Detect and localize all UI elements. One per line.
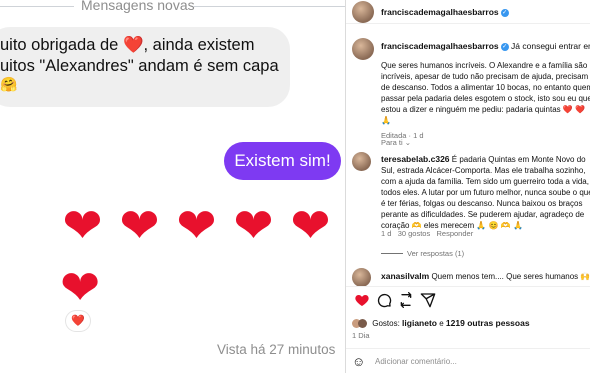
heart-emoji-single[interactable]: ❤	[60, 259, 100, 319]
liker-username[interactable]: ligianeto	[402, 318, 437, 328]
verified-badge-icon: ✓	[500, 42, 509, 51]
comment-emojis: 🙌 ❤️	[580, 272, 590, 281]
incoming-message-text: uito obrigada de ❤️, ainda existem uitos…	[0, 36, 279, 75]
post-panel: franciscademagalhaesbarros ✓ franciscadem…	[346, 0, 590, 373]
outgoing-message-bubble[interactable]: Existem sim!	[224, 142, 341, 180]
caption-username[interactable]: franciscademagalhaesbarros	[381, 41, 499, 51]
view-replies-button[interactable]: Ver respostas (1)	[381, 249, 464, 258]
caption-lead-text: Já consegui entrar em contacto	[511, 41, 590, 51]
caption-avatar[interactable]	[352, 38, 374, 60]
heart-emoji: ❤	[176, 200, 221, 253]
caption-text: Que seres humanos incríveis. O Alexandre…	[381, 60, 590, 141]
author-avatar[interactable]	[352, 1, 374, 23]
seen-status: Vista há 27 minutos	[217, 342, 336, 357]
comment-avatar[interactable]	[352, 152, 371, 171]
new-messages-divider: Mensagens novas	[0, 0, 345, 14]
heart-emoji-inline: ❤️	[122, 36, 144, 54]
share-icon[interactable]	[420, 292, 436, 308]
post-actions	[354, 292, 584, 312]
heart-reaction-badge[interactable]: ❤️	[66, 311, 90, 331]
comment-box-divider	[346, 348, 590, 349]
replies-line	[381, 253, 403, 254]
comment-username[interactable]: teresabelab.c326	[381, 154, 450, 164]
for-you-label[interactable]: Para ti ⌄	[381, 138, 411, 147]
add-comment-input[interactable]: Adicionar comentário...	[375, 357, 457, 366]
comment-emojis: 🙏 😊 🫶 🙏	[476, 221, 523, 230]
likes-summary: Gostos: ligianeto e 1219 outras pessoas	[352, 318, 530, 329]
comment-text: Quem menos tem.... Que seres humanos	[431, 272, 579, 281]
heart-emoji: ❤	[233, 200, 278, 253]
post-header: franciscademagalhaesbarros ✓	[346, 0, 590, 24]
comment-icon[interactable]	[376, 292, 392, 308]
author-username[interactable]: franciscademagalhaesbarros	[381, 7, 499, 17]
new-messages-label: Mensagens novas	[81, 0, 195, 13]
comment-meta: 1 d 30 gostos Responder	[381, 229, 474, 238]
emoji-picker-icon[interactable]: ☺	[352, 355, 365, 369]
heart-emoji: ❤	[119, 200, 164, 253]
comment-text: É padaria Quintas em Monte Novo do Sul, …	[381, 155, 590, 230]
like-heart-icon[interactable]	[354, 292, 370, 308]
comment-2: xanasilvalm Quem menos tem.... Que seres…	[381, 271, 590, 281]
chevron-down-icon: ⌄	[404, 138, 412, 147]
actions-divider	[346, 286, 590, 287]
reply-button[interactable]: Responder	[437, 229, 474, 238]
likes-count[interactable]: 1219 outras pessoas	[446, 318, 530, 328]
divider-line-left	[0, 6, 74, 7]
hearts-message[interactable]: ❤ ❤ ❤ ❤ ❤	[56, 197, 345, 257]
post-age: 1 Dia	[352, 331, 370, 340]
repost-icon[interactable]	[398, 292, 414, 308]
comment-username[interactable]: xanasilvalm	[381, 271, 429, 281]
caption-header: franciscademagalhaesbarros ✓ Já consegui …	[381, 41, 590, 52]
heart-emoji: ❤	[290, 200, 335, 253]
hug-emoji: 🤗	[0, 76, 18, 92]
caption-meta: Editada · 1 d	[381, 131, 424, 140]
heart-emoji: ❤	[62, 200, 107, 253]
liker-avatar	[358, 319, 367, 329]
chat-thread: Mensagens novas uito obrigada de ❤️, ain…	[0, 0, 345, 373]
comment-1: teresabelab.c326 É padaria Quintas em Mo…	[381, 154, 590, 231]
verified-badge-icon: ✓	[500, 8, 509, 17]
comment-avatar[interactable]	[352, 268, 371, 287]
comment-likes[interactable]: 30 gostos	[398, 229, 431, 238]
divider-line-right	[193, 6, 345, 7]
